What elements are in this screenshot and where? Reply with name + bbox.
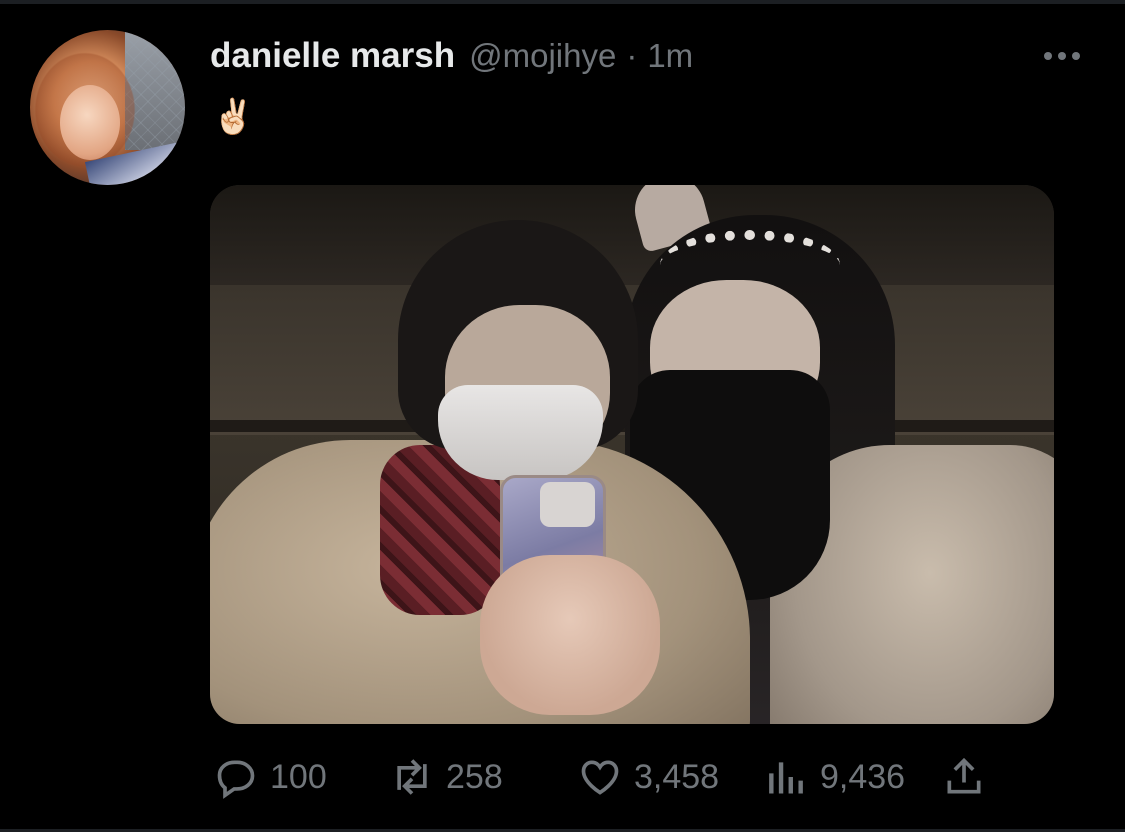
user-handle[interactable]: @mojihye (469, 37, 616, 75)
like-count: 3,458 (634, 757, 720, 796)
display-name[interactable]: danielle marsh (210, 36, 455, 76)
reply-count: 100 (270, 757, 327, 796)
views-button[interactable]: 9,436 (764, 752, 905, 802)
photo-phone-camera (540, 482, 595, 527)
avatar-face (60, 85, 120, 160)
photo-headband (660, 230, 840, 300)
share-icon (947, 757, 981, 794)
reply-icon (217, 760, 255, 799)
heart-icon (581, 760, 619, 795)
photo-mask-left (438, 385, 603, 480)
tweet-text: ✌🏻 (212, 97, 255, 137)
top-divider (0, 0, 1125, 4)
photo-background-top (210, 185, 1054, 290)
separator-dot: · (626, 37, 638, 74)
photo-hand (480, 555, 660, 715)
reply-button[interactable]: 100 (214, 752, 327, 802)
like-button[interactable]: 3,458 (578, 752, 719, 802)
retweet-button[interactable]: 258 (390, 752, 503, 802)
views-count: 9,436 (820, 757, 906, 796)
more-horizontal-icon[interactable] (1040, 48, 1084, 64)
avatar[interactable] (30, 30, 185, 185)
share-button[interactable] (942, 752, 986, 802)
retweet-count: 258 (446, 757, 503, 796)
tweet-photo[interactable] (210, 185, 1054, 724)
views-chart-icon (769, 762, 803, 794)
tweet-card[interactable]: danielle marsh @mojihye · 1m ✌🏻 100 258 … (0, 0, 1125, 832)
retweet-icon (397, 759, 427, 795)
timestamp[interactable]: 1m (647, 37, 693, 75)
tweet-header: danielle marsh @mojihye · 1m (210, 36, 693, 80)
